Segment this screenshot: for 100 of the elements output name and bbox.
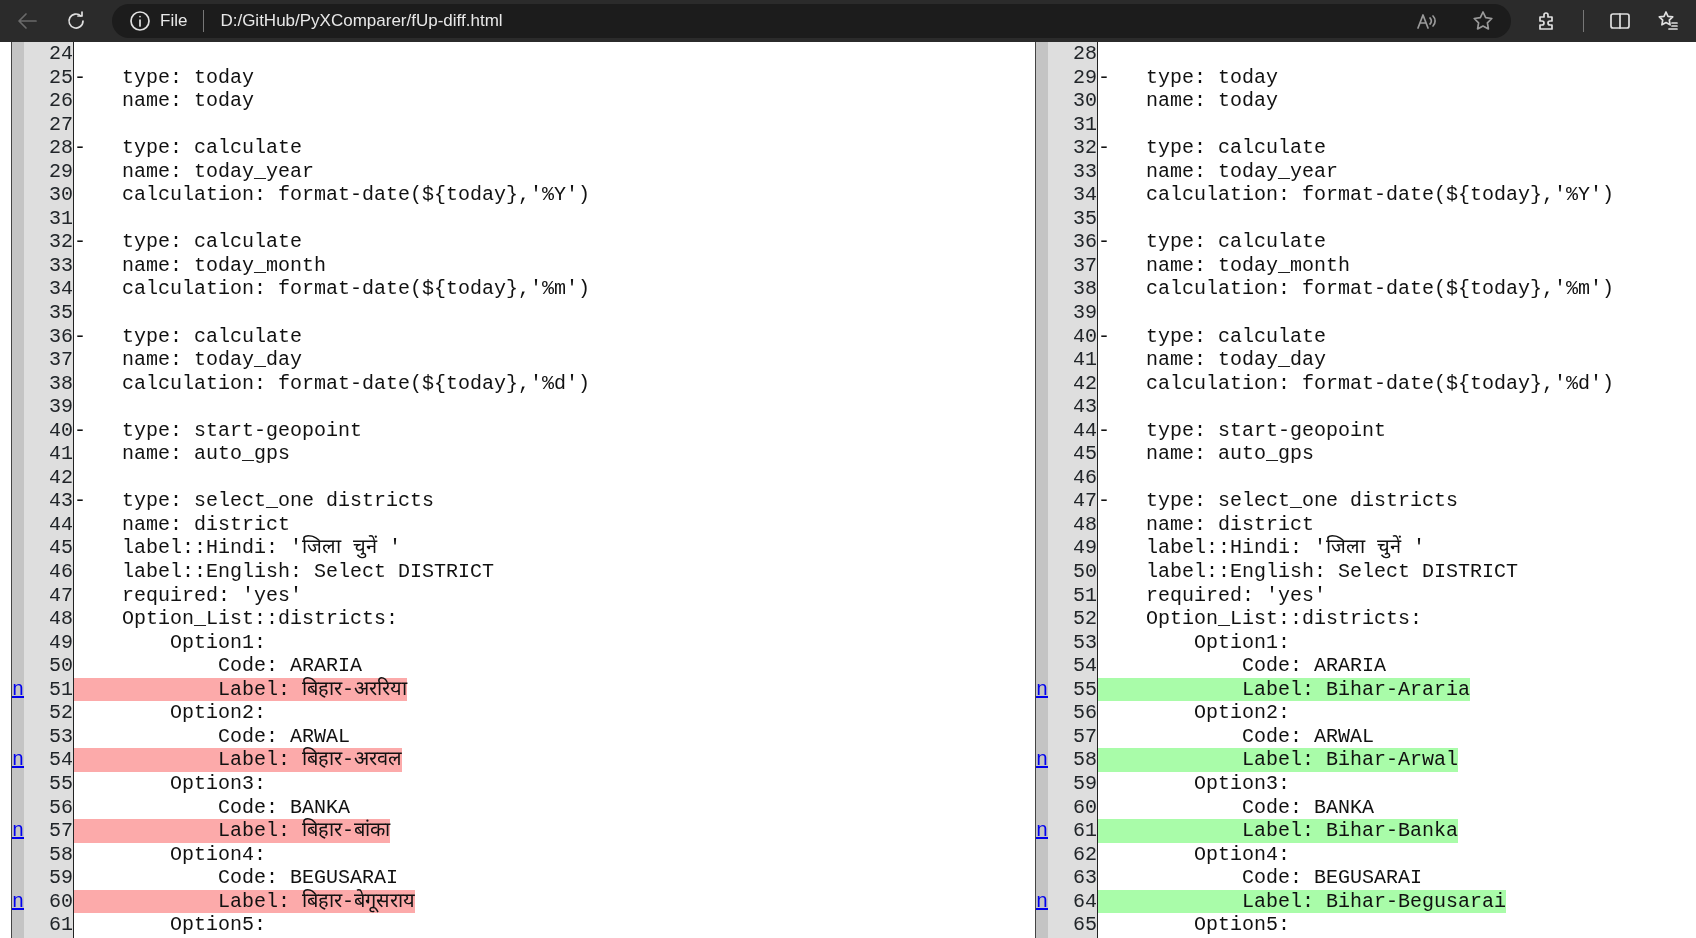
code-line: Code: BEGUSARAI xyxy=(1241,866,1423,890)
line-number: 36 xyxy=(1073,230,1097,254)
fold-marker: - xyxy=(74,230,86,254)
line-number: 50 xyxy=(1073,560,1097,584)
diff-link[interactable]: n xyxy=(12,748,24,772)
code-line: type: select_one districts xyxy=(1145,489,1459,513)
code-line: Code: BEGUSARAI xyxy=(217,866,399,890)
code-line: label::English: Select DISTRICT xyxy=(1145,560,1519,584)
code-line: name: today xyxy=(121,89,255,113)
line-number: 29 xyxy=(1073,65,1097,90)
fold-marker: - xyxy=(1098,418,1110,443)
line-number: 25 xyxy=(49,65,73,90)
line-number: 58 xyxy=(49,842,73,867)
diff-link[interactable]: n xyxy=(1036,748,1048,772)
code-line: name: today_day xyxy=(1145,348,1327,372)
line-number: 56 xyxy=(49,795,73,820)
line-number: 61 xyxy=(1073,819,1097,843)
line-number: 32 xyxy=(49,230,73,254)
fold-marker: - xyxy=(1098,324,1110,349)
code-line: calculation: format-date(${today},'%Y') xyxy=(1145,183,1615,207)
line-number: 37 xyxy=(1073,253,1097,278)
line-number: 33 xyxy=(1073,159,1097,184)
code-line: Code: ARARIA xyxy=(1241,654,1387,678)
code-line: name: today_month xyxy=(1145,253,1351,278)
fold-marker: - xyxy=(74,489,86,513)
line-number: 38 xyxy=(49,371,73,396)
diff-link[interactable]: n xyxy=(1036,889,1048,914)
line-number: 46 xyxy=(1073,465,1097,490)
line-number: 54 xyxy=(49,748,73,772)
address-text[interactable]: D:/GitHub/PyXComparer/fUp-diff.html xyxy=(220,8,503,34)
code-line: label::English: Select DISTRICT xyxy=(121,560,495,584)
line-number: 47 xyxy=(1073,489,1097,513)
diff-link[interactable]: n xyxy=(12,819,24,843)
line-number: 45 xyxy=(49,536,73,561)
line-number: 63 xyxy=(1073,866,1097,890)
line-number: 55 xyxy=(49,771,73,796)
code-line: Code: ARWAL xyxy=(1241,724,1375,749)
line-number: 30 xyxy=(49,183,73,207)
info-icon[interactable] xyxy=(128,9,152,33)
line-number: 26 xyxy=(49,89,73,113)
line-number: 34 xyxy=(1073,183,1097,207)
line-number: 51 xyxy=(49,677,73,702)
line-number: 52 xyxy=(49,701,73,725)
code-line: type: calculate xyxy=(1145,136,1327,160)
code-line: Option2: xyxy=(169,701,267,725)
line-number: 61 xyxy=(49,913,73,937)
line-number: 48 xyxy=(49,607,73,631)
code-line: type: calculate xyxy=(1145,230,1327,254)
fold-marker: - xyxy=(1098,230,1110,254)
line-number: 62 xyxy=(1073,842,1097,867)
code-line: name: district xyxy=(121,512,291,537)
code-line: name: auto_gps xyxy=(1145,442,1315,466)
code-line: name: auto_gps xyxy=(121,442,291,466)
line-number: 38 xyxy=(1073,277,1097,301)
code-line: required: 'yes' xyxy=(1145,583,1327,608)
line-number: 35 xyxy=(1073,206,1097,231)
code-line: type: today xyxy=(121,65,255,90)
line-number: 42 xyxy=(49,465,73,490)
line-number: 36 xyxy=(49,324,73,349)
line-number: 54 xyxy=(1073,654,1097,678)
line-number: 40 xyxy=(1073,324,1097,349)
diff-link[interactable]: n xyxy=(1036,819,1048,843)
scheme-label: File xyxy=(160,10,188,33)
diff-link[interactable]: n xyxy=(1036,677,1048,702)
favorites-icon[interactable] xyxy=(1656,9,1680,33)
star-icon[interactable] xyxy=(1471,9,1495,33)
line-number: 27 xyxy=(49,112,73,137)
diff-link[interactable]: n xyxy=(12,677,24,702)
line-number: 57 xyxy=(1073,724,1097,749)
code-line: calculation: format-date(${today},'%m') xyxy=(1145,277,1615,301)
line-number: 53 xyxy=(49,724,73,749)
line-number: 47 xyxy=(49,583,73,608)
code-line: Code: BANKA xyxy=(1241,795,1375,820)
line-number: 24 xyxy=(49,42,73,66)
fold-marker: - xyxy=(74,65,86,90)
line-number: 30 xyxy=(1073,89,1097,113)
code-line: Code: ARWAL xyxy=(217,724,351,748)
code-line: type: start-geopoint xyxy=(121,418,363,443)
code-line: label::Hindi: 'जिला चुनें ' xyxy=(1145,536,1426,561)
diff-link[interactable]: n xyxy=(12,889,24,914)
code-line: Option4: xyxy=(1193,842,1291,867)
code-line: label::Hindi: 'जिला चुनें ' xyxy=(121,536,402,561)
code-line: Option_List::districts: xyxy=(121,607,399,631)
line-number: 43 xyxy=(49,489,73,513)
code-line: type: calculate xyxy=(121,324,303,349)
line-number: 64 xyxy=(1073,889,1097,914)
fold-marker: - xyxy=(1098,136,1110,160)
line-number: 65 xyxy=(1073,913,1097,937)
code-line: name: today_year xyxy=(121,159,315,184)
code-line: Option1: xyxy=(1193,630,1291,655)
code-line: type: select_one districts xyxy=(121,489,435,513)
code-line: required: 'yes' xyxy=(121,583,303,608)
line-number: 31 xyxy=(1073,112,1097,137)
code-line: type: today xyxy=(1145,65,1279,90)
line-number: 43 xyxy=(1073,395,1097,419)
code-line: Option2: xyxy=(1193,701,1291,725)
code-line: calculation: format-date(${today},'%Y') xyxy=(121,183,591,207)
line-number: 41 xyxy=(49,442,73,466)
line-number: 44 xyxy=(1073,418,1097,443)
code-line: name: district xyxy=(1145,512,1315,537)
